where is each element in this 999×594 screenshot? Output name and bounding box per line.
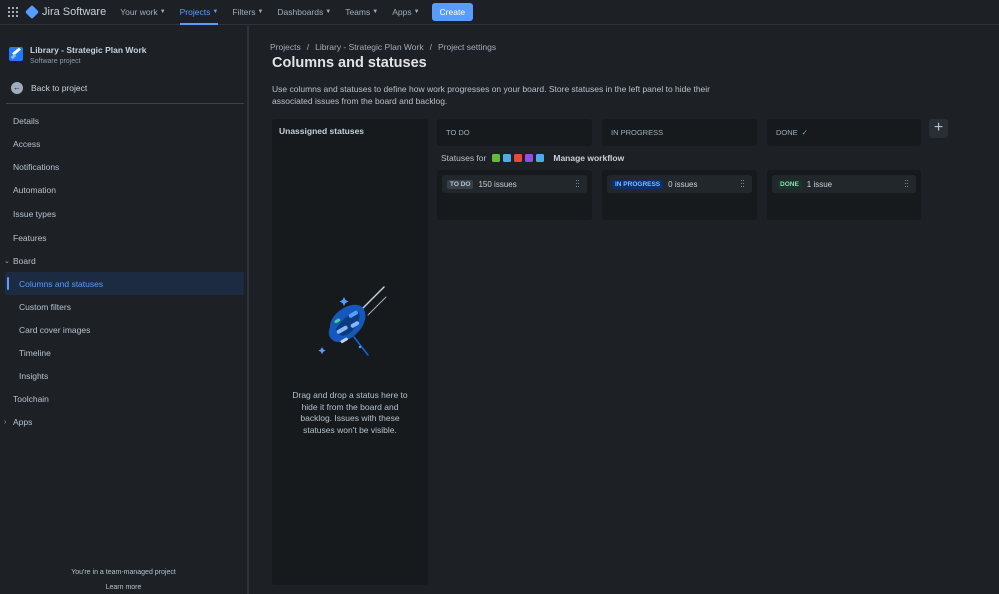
status-card-todo[interactable]: TO DO 150 issues: [442, 175, 587, 193]
sidebar-item-issue-types[interactable]: Issue types: [13, 209, 56, 219]
column-body-in-progress: IN PROGRESS 0 issues: [602, 170, 757, 220]
unassigned-statuses-title: Unassigned statuses: [279, 126, 365, 136]
drag-handle-icon[interactable]: [576, 180, 579, 188]
project-name: Library - Strategic Plan Work: [30, 45, 147, 55]
statuses-for-bar: Statuses for Manage workflow: [441, 153, 624, 163]
sidebar-group-apps[interactable]: › Apps: [4, 417, 32, 427]
chevron-down-icon: ▼: [257, 9, 264, 15]
project-avatar-icon: [9, 47, 23, 61]
nav-apps[interactable]: Apps ▼: [392, 0, 419, 25]
status-issue-count: 150 issues: [478, 179, 517, 189]
manage-workflow-link[interactable]: Manage workflow: [553, 153, 624, 163]
sidebar-item-insights[interactable]: Insights: [19, 371, 48, 381]
project-settings-sidebar: Library - Strategic Plan Work Software p…: [0, 26, 249, 594]
sidebar-item-timeline[interactable]: Timeline: [19, 348, 51, 358]
sidebar-item-features[interactable]: Features: [13, 233, 47, 243]
jira-logo-icon: [24, 4, 40, 20]
breadcrumb-project[interactable]: Library - Strategic Plan Work: [315, 42, 424, 52]
column-header-done[interactable]: DONE ✓: [767, 119, 921, 146]
app-switcher-icon[interactable]: [7, 6, 19, 18]
sidebar-group-board[interactable]: ⌄ Board: [4, 256, 36, 266]
sidebar-item-toolchain[interactable]: Toolchain: [13, 394, 49, 404]
status-lozenge: IN PROGRESS: [612, 179, 664, 189]
add-column-button[interactable]: +: [929, 119, 948, 138]
epic-icon: [525, 154, 534, 162]
status-card-done[interactable]: DONE 1 issue: [772, 175, 916, 193]
breadcrumb-separator: /: [429, 42, 432, 52]
learn-more-link[interactable]: Learn more: [0, 584, 247, 591]
story-icon: [492, 154, 501, 162]
nav-your-work[interactable]: Your work ▼: [120, 0, 165, 25]
drag-handle-icon[interactable]: [905, 180, 908, 188]
nav-teams[interactable]: Teams ▼: [345, 0, 378, 25]
arrow-left-icon: ←: [11, 82, 23, 94]
chevron-down-icon: ▼: [212, 9, 219, 15]
nav-projects[interactable]: Projects ▼: [179, 0, 219, 25]
jira-logo[interactable]: Jira Software: [24, 4, 107, 20]
column-body-done: DONE 1 issue: [767, 170, 921, 220]
status-issue-count: 0 issues: [668, 179, 698, 189]
team-managed-note: You're in a team-managed project: [71, 569, 176, 576]
column-header-todo[interactable]: TO DO: [437, 119, 592, 146]
unassigned-empty-text: Drag and drop a status here to hide it f…: [292, 390, 408, 435]
project-type: Software project: [30, 58, 81, 65]
unassigned-statuses-panel[interactable]: Unassigned statuses Drag and drop a stat…: [272, 119, 428, 585]
project-header[interactable]: Library - Strategic Plan Work Software p…: [9, 45, 147, 65]
subtask-icon: [536, 154, 545, 162]
status-card-in-progress[interactable]: IN PROGRESS 0 issues: [607, 175, 752, 193]
check-icon: ✓: [801, 128, 808, 137]
create-button[interactable]: Create: [431, 3, 474, 21]
chevron-down-icon: ▼: [372, 9, 379, 15]
column-body-todo: TO DO 150 issues: [437, 170, 592, 220]
bug-icon: [514, 154, 523, 162]
sidebar-item-access[interactable]: Access: [13, 139, 40, 149]
chevron-down-icon: ▼: [325, 9, 332, 15]
sidebar-item-card-cover-images[interactable]: Card cover images: [19, 325, 90, 335]
empty-state-illustration-icon: [318, 286, 387, 356]
page-title: Columns and statuses: [272, 55, 427, 71]
status-lozenge: TO DO: [447, 179, 474, 189]
chevron-right-icon: ›: [4, 418, 7, 426]
sidebar-item-automation[interactable]: Automation: [13, 185, 56, 195]
drag-handle-icon[interactable]: [741, 180, 744, 188]
column-header-in-progress[interactable]: IN PROGRESS: [602, 119, 757, 146]
sidebar-item-details[interactable]: Details: [13, 116, 39, 126]
back-to-project-link[interactable]: ← Back to project: [11, 82, 87, 94]
top-navigation: Jira Software Your work ▼ Projects ▼ Filte…: [0, 0, 999, 25]
chevron-down-icon: ▼: [413, 9, 420, 15]
breadcrumb-projects[interactable]: Projects: [270, 42, 301, 52]
status-issue-count: 1 issue: [806, 179, 833, 189]
task-icon: [503, 154, 512, 162]
sidebar-item-notifications[interactable]: Notifications: [13, 162, 59, 172]
page-description: Use columns and statuses to define how w…: [272, 84, 710, 106]
sidebar-item-custom-filters[interactable]: Custom filters: [19, 302, 71, 312]
breadcrumb: Projects / Library - Strategic Plan Work…: [270, 42, 496, 52]
nav-filters[interactable]: Filters ▼: [232, 0, 263, 25]
jira-logo-text: Jira Software: [42, 6, 107, 18]
statuses-for-label: Statuses for: [441, 153, 487, 163]
status-lozenge: DONE: [777, 179, 802, 189]
sidebar-divider: [6, 103, 244, 104]
breadcrumb-project-settings[interactable]: Project settings: [438, 42, 496, 52]
sidebar-item-columns-and-statuses[interactable]: Columns and statuses: [19, 279, 103, 289]
chevron-down-icon: ▼: [159, 9, 166, 15]
breadcrumb-separator: /: [306, 42, 310, 52]
chevron-down-icon: ⌄: [4, 258, 10, 265]
nav-dashboards[interactable]: Dashboards ▼: [277, 0, 331, 25]
